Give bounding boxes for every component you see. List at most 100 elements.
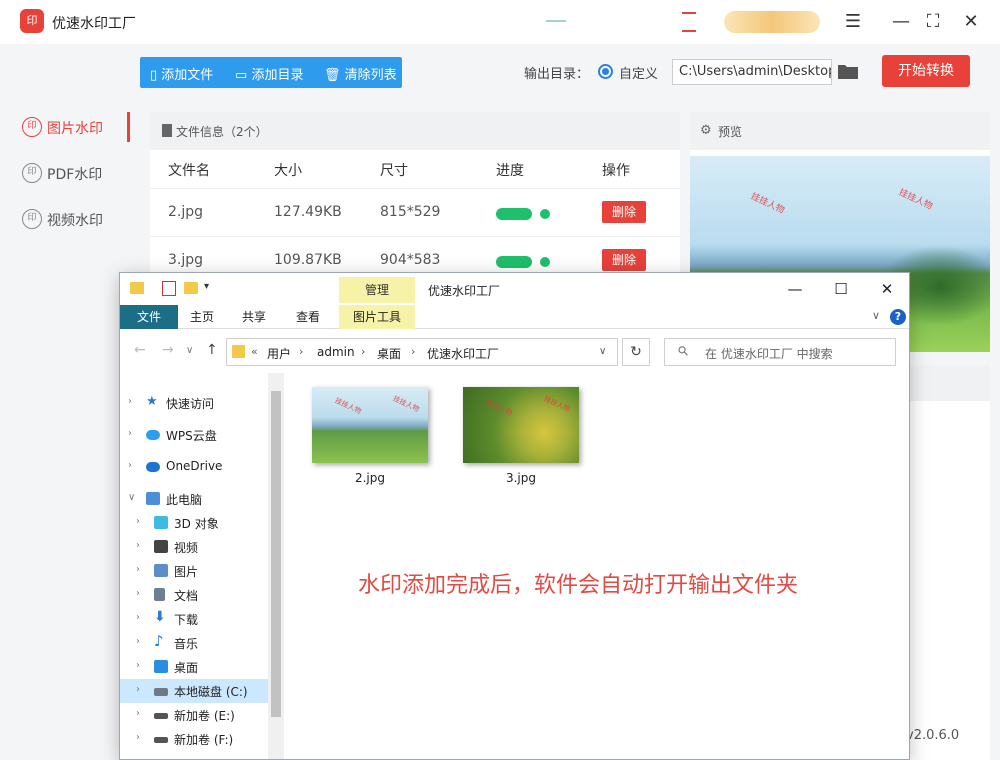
tab-home[interactable]: 主页 <box>190 305 214 329</box>
nav-scrollbar-thumb[interactable] <box>271 391 281 717</box>
maximize-icon[interactable]: ☐ <box>826 278 856 300</box>
download-icon: ⬇ <box>154 609 166 625</box>
image-thumbnail[interactable]: 挂挂人物 挂挂人物 <box>312 387 428 463</box>
chevron-right-icon[interactable]: › <box>136 612 140 623</box>
properties-icon[interactable] <box>162 281 176 296</box>
sidebar-item-pdf-watermark[interactable]: 印 PDF水印 <box>0 150 130 196</box>
up-arrow-icon[interactable]: ↑ <box>206 342 218 358</box>
chevron-right-icon[interactable]: › <box>136 660 140 671</box>
nav-item-3d-objects[interactable]: › 3D 对象 <box>120 511 268 535</box>
start-convert-button[interactable]: 开始转换 <box>882 55 970 87</box>
gear-icon: ⚙ <box>700 123 712 138</box>
close-icon[interactable]: ✕ <box>958 9 984 35</box>
help-icon[interactable]: ? <box>890 309 906 325</box>
folder-icon <box>130 282 144 294</box>
chevron-right-icon[interactable]: › <box>136 540 140 551</box>
add-file-button[interactable]: ▯ 添加文件 <box>150 64 213 83</box>
file-name-label[interactable]: 2.jpg <box>312 471 428 485</box>
table-row[interactable]: 2.jpg 127.49KB 815*529 删除 <box>150 188 680 236</box>
chevron-right-icon[interactable]: › <box>128 396 132 407</box>
nav-item-downloads[interactable]: › ⬇ 下载 <box>120 607 268 631</box>
nav-label: 文档 <box>174 589 199 603</box>
recent-dropdown-icon[interactable]: ∨ <box>186 345 193 356</box>
chevron-right-icon[interactable]: › <box>136 708 140 719</box>
watermark-text: 挂挂人物 <box>333 396 363 416</box>
chevron-right-icon[interactable]: › <box>136 636 140 647</box>
maximize-icon[interactable]: ⛶ <box>920 9 946 35</box>
nav-item-volume-e[interactable]: › 新加卷 (E:) <box>120 703 268 727</box>
manage-context-tab[interactable]: 管理 <box>339 277 415 303</box>
forward-arrow-icon[interactable]: → <box>162 342 174 358</box>
custom-dir-radio[interactable] <box>598 64 613 79</box>
add-directory-button[interactable]: ▭ 添加目录 <box>235 64 303 83</box>
nav-label: WPS云盘 <box>166 429 217 443</box>
address-row: ← → ∨ ↑ « 用户 › admin › 桌面 › 优速水印工厂 ∨ ↻ ⚲… <box>120 330 909 372</box>
close-icon[interactable]: ✕ <box>872 278 902 300</box>
address-bar[interactable]: « 用户 › admin › 桌面 › 优速水印工厂 ∨ <box>226 338 618 366</box>
breadcrumb-users[interactable]: 用户 <box>267 345 291 362</box>
customize-dropdown-icon[interactable]: ▾ <box>204 281 209 292</box>
titlebar-decoration <box>546 20 566 22</box>
watermark-text: 挂挂人物 <box>748 191 786 217</box>
nav-item-volume-f[interactable]: › 新加卷 (F:) <box>120 727 268 751</box>
nav-item-onedrive[interactable]: › OneDrive <box>120 455 268 479</box>
tab-picture-tools[interactable]: 图片工具 <box>339 305 415 329</box>
delete-button[interactable]: 删除 <box>602 249 646 271</box>
breadcrumb-admin[interactable]: admin <box>317 345 355 359</box>
nav-item-desktop[interactable]: › 桌面 <box>120 655 268 679</box>
nav-item-videos[interactable]: › 视频 <box>120 535 268 559</box>
file-count-title: 文件信息（2个） <box>176 125 268 139</box>
vip-badge[interactable] <box>724 11 820 33</box>
chevron-right-icon[interactable]: › <box>128 428 132 439</box>
tab-file[interactable]: 文件 <box>120 305 178 329</box>
tab-view[interactable]: 查看 <box>296 305 320 329</box>
menu-icon[interactable]: ☰ <box>840 9 866 35</box>
tab-share[interactable]: 共享 <box>242 305 266 329</box>
output-path-input[interactable]: C:\Users\admin\Desktop <box>672 59 832 85</box>
minimize-icon[interactable]: — <box>888 9 914 35</box>
nav-item-documents[interactable]: › 文档 <box>120 583 268 607</box>
column-header-size: 大小 <box>274 163 302 179</box>
chevron-right-icon[interactable]: › <box>136 684 140 695</box>
overlay-message: 水印添加完成后，软件会自动打开输出文件夹 <box>358 573 799 598</box>
delete-button[interactable]: 删除 <box>602 201 646 223</box>
sidebar-item-video-watermark[interactable]: 印 视频水印 <box>0 196 130 242</box>
refresh-button[interactable]: ↻ <box>622 338 650 366</box>
column-header-name: 文件名 <box>168 163 210 179</box>
chevron-down-icon[interactable]: ∨ <box>599 346 606 357</box>
chevron-right-icon[interactable]: › <box>136 564 140 575</box>
breadcrumb-desktop[interactable]: 桌面 <box>377 345 401 362</box>
chevron-down-icon[interactable]: ∨ <box>128 492 135 503</box>
file-icon: ▯ <box>150 68 158 83</box>
sidebar-item-image-watermark[interactable]: 印 图片水印 <box>0 104 130 150</box>
nav-item-quick-access[interactable]: › ★ 快速访问 <box>120 391 268 415</box>
app-title: 优速水印工厂 <box>52 16 136 32</box>
nav-item-local-disk-c[interactable]: › 本地磁盘 (C:) <box>120 679 268 703</box>
watermark-stamp-icon: 印 <box>22 209 42 229</box>
search-input[interactable]: ⚲ 在 优速水印工厂 中搜索 <box>664 338 896 366</box>
app-logo-icon: 印 <box>20 9 44 33</box>
chevron-right-icon[interactable]: › <box>136 588 140 599</box>
file-explorer-window: ▾ 管理 优速水印工厂 — ☐ ✕ 文件 主页 共享 查看 图片工具 ∨ ? ←… <box>119 272 910 760</box>
new-folder-icon[interactable] <box>184 282 198 294</box>
cloud-icon <box>146 462 160 472</box>
nav-item-pictures[interactable]: › 图片 <box>120 559 268 583</box>
chevron-right-icon[interactable]: › <box>136 732 140 743</box>
music-icon: ♪ <box>154 632 164 650</box>
chevron-right-icon[interactable]: › <box>136 516 140 527</box>
desktop-icon <box>154 660 168 673</box>
chevron-down-icon[interactable]: ∨ <box>872 309 880 322</box>
back-arrow-icon[interactable]: ← <box>134 342 146 358</box>
nav-item-wps-cloud[interactable]: › WPS云盘 <box>120 423 268 447</box>
browse-folder-icon[interactable] <box>837 62 859 80</box>
clear-list-button[interactable]: 🗑 清除列表 <box>324 64 397 83</box>
nav-item-music[interactable]: › ♪ 音乐 <box>120 631 268 655</box>
minimize-icon[interactable]: — <box>780 278 810 300</box>
nav-label: 3D 对象 <box>174 517 219 531</box>
image-thumbnail[interactable]: 挂挂人物 挂挂人物 <box>463 387 579 463</box>
breadcrumb-current[interactable]: 优速水印工厂 <box>427 345 499 362</box>
nav-item-this-pc[interactable]: ∨ 此电脑 <box>120 487 268 511</box>
nav-label: OneDrive <box>166 459 223 473</box>
chevron-right-icon[interactable]: › <box>128 460 132 471</box>
file-name-label[interactable]: 3.jpg <box>463 471 579 485</box>
